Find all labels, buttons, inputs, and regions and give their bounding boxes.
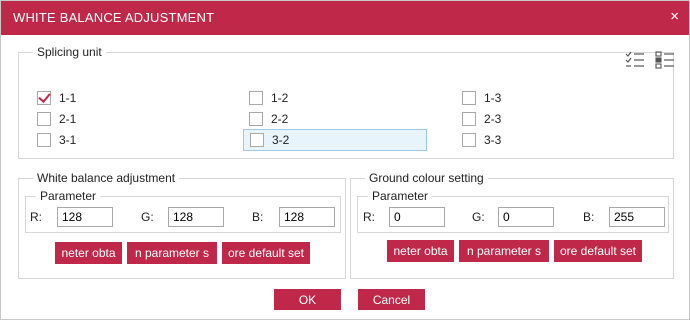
checkbox-3-3[interactable] bbox=[462, 133, 476, 147]
wb-parameter-set-button[interactable]: n parameter s bbox=[127, 242, 217, 264]
checkbox-3-2[interactable] bbox=[250, 133, 264, 147]
white-balance-dialog: WHITE BALANCE ADJUSTMENT × Splicing unit bbox=[0, 0, 690, 320]
unit-label: 2-3 bbox=[484, 112, 502, 126]
button-label: ore default set bbox=[227, 246, 305, 260]
white-balance-legend: White balance adjustment bbox=[37, 171, 176, 185]
unit-2-2[interactable]: 2-2 bbox=[249, 110, 288, 128]
unit-2-3[interactable]: 2-3 bbox=[462, 110, 501, 128]
unit-label: 3-3 bbox=[484, 133, 502, 147]
gc-r-input[interactable] bbox=[389, 207, 445, 227]
dialog-title: WHITE BALANCE ADJUSTMENT bbox=[13, 10, 215, 25]
unit-label: 1-2 bbox=[271, 91, 289, 105]
wb-parameter-obtain-button[interactable]: neter obta bbox=[55, 242, 122, 264]
unit-label: 2-2 bbox=[271, 112, 289, 126]
title-bar: WHITE BALANCE ADJUSTMENT × bbox=[1, 1, 689, 35]
wb-r-input[interactable] bbox=[57, 207, 113, 227]
cancel-button[interactable]: Cancel bbox=[358, 289, 425, 310]
splicing-unit-legend: Splicing unit bbox=[37, 45, 102, 59]
button-label: neter obta bbox=[393, 244, 448, 258]
unit-3-1[interactable]: 3-1 bbox=[37, 131, 76, 149]
checkbox-1-1[interactable] bbox=[37, 91, 51, 105]
unit-1-2[interactable]: 1-2 bbox=[249, 89, 288, 107]
ok-button[interactable]: OK bbox=[274, 289, 341, 310]
gc-parameter-legend: Parameter bbox=[372, 189, 429, 203]
gc-b-input[interactable] bbox=[609, 207, 665, 227]
button-label: neter obta bbox=[61, 246, 116, 260]
checkbox-1-3[interactable] bbox=[462, 91, 476, 105]
checkbox-2-2[interactable] bbox=[249, 112, 263, 126]
wb-r-label: R: bbox=[30, 210, 42, 224]
unit-2-1[interactable]: 2-1 bbox=[37, 110, 76, 128]
unit-label: 1-1 bbox=[59, 91, 77, 105]
unit-label: 3-1 bbox=[59, 133, 77, 147]
unit-3-2[interactable]: 3-2 bbox=[243, 129, 427, 151]
wb-g-label: G: bbox=[141, 210, 154, 224]
wb-g-input[interactable] bbox=[168, 207, 224, 227]
unit-label: 2-1 bbox=[59, 112, 77, 126]
unit-label: 1-3 bbox=[484, 91, 502, 105]
gc-restore-default-button[interactable]: ore default set bbox=[554, 240, 642, 262]
button-label: OK bbox=[298, 293, 317, 307]
checkbox-2-1[interactable] bbox=[37, 112, 51, 126]
button-label: Cancel bbox=[372, 293, 411, 307]
close-icon[interactable]: × bbox=[670, 9, 679, 25]
button-label: n parameter s bbox=[134, 246, 210, 260]
button-label: ore default set bbox=[559, 244, 637, 258]
unit-3-3[interactable]: 3-3 bbox=[462, 131, 501, 149]
list-view-icon[interactable] bbox=[655, 51, 675, 69]
gc-parameter-set-button[interactable]: n parameter s bbox=[459, 240, 549, 262]
wb-parameter-legend: Parameter bbox=[40, 189, 97, 203]
checkbox-2-3[interactable] bbox=[462, 112, 476, 126]
unit-1-3[interactable]: 1-3 bbox=[462, 89, 501, 107]
view-toggle-group bbox=[625, 51, 675, 69]
gc-b-label: B: bbox=[583, 210, 595, 224]
button-label: n parameter s bbox=[466, 244, 542, 258]
checklist-icon[interactable] bbox=[625, 51, 645, 69]
wb-b-label: B: bbox=[252, 210, 264, 224]
gc-g-input[interactable] bbox=[498, 207, 554, 227]
gc-g-label: G: bbox=[472, 210, 485, 224]
checkbox-3-1[interactable] bbox=[37, 133, 51, 147]
unit-1-1[interactable]: 1-1 bbox=[37, 89, 76, 107]
gc-parameter-obtain-button[interactable]: neter obta bbox=[387, 240, 454, 262]
unit-label: 3-2 bbox=[272, 133, 290, 147]
ground-colour-legend: Ground colour setting bbox=[369, 171, 484, 185]
wb-b-input[interactable] bbox=[279, 207, 335, 227]
checkbox-1-2[interactable] bbox=[249, 91, 263, 105]
gc-r-label: R: bbox=[363, 210, 375, 224]
wb-restore-default-button[interactable]: ore default set bbox=[222, 242, 310, 264]
